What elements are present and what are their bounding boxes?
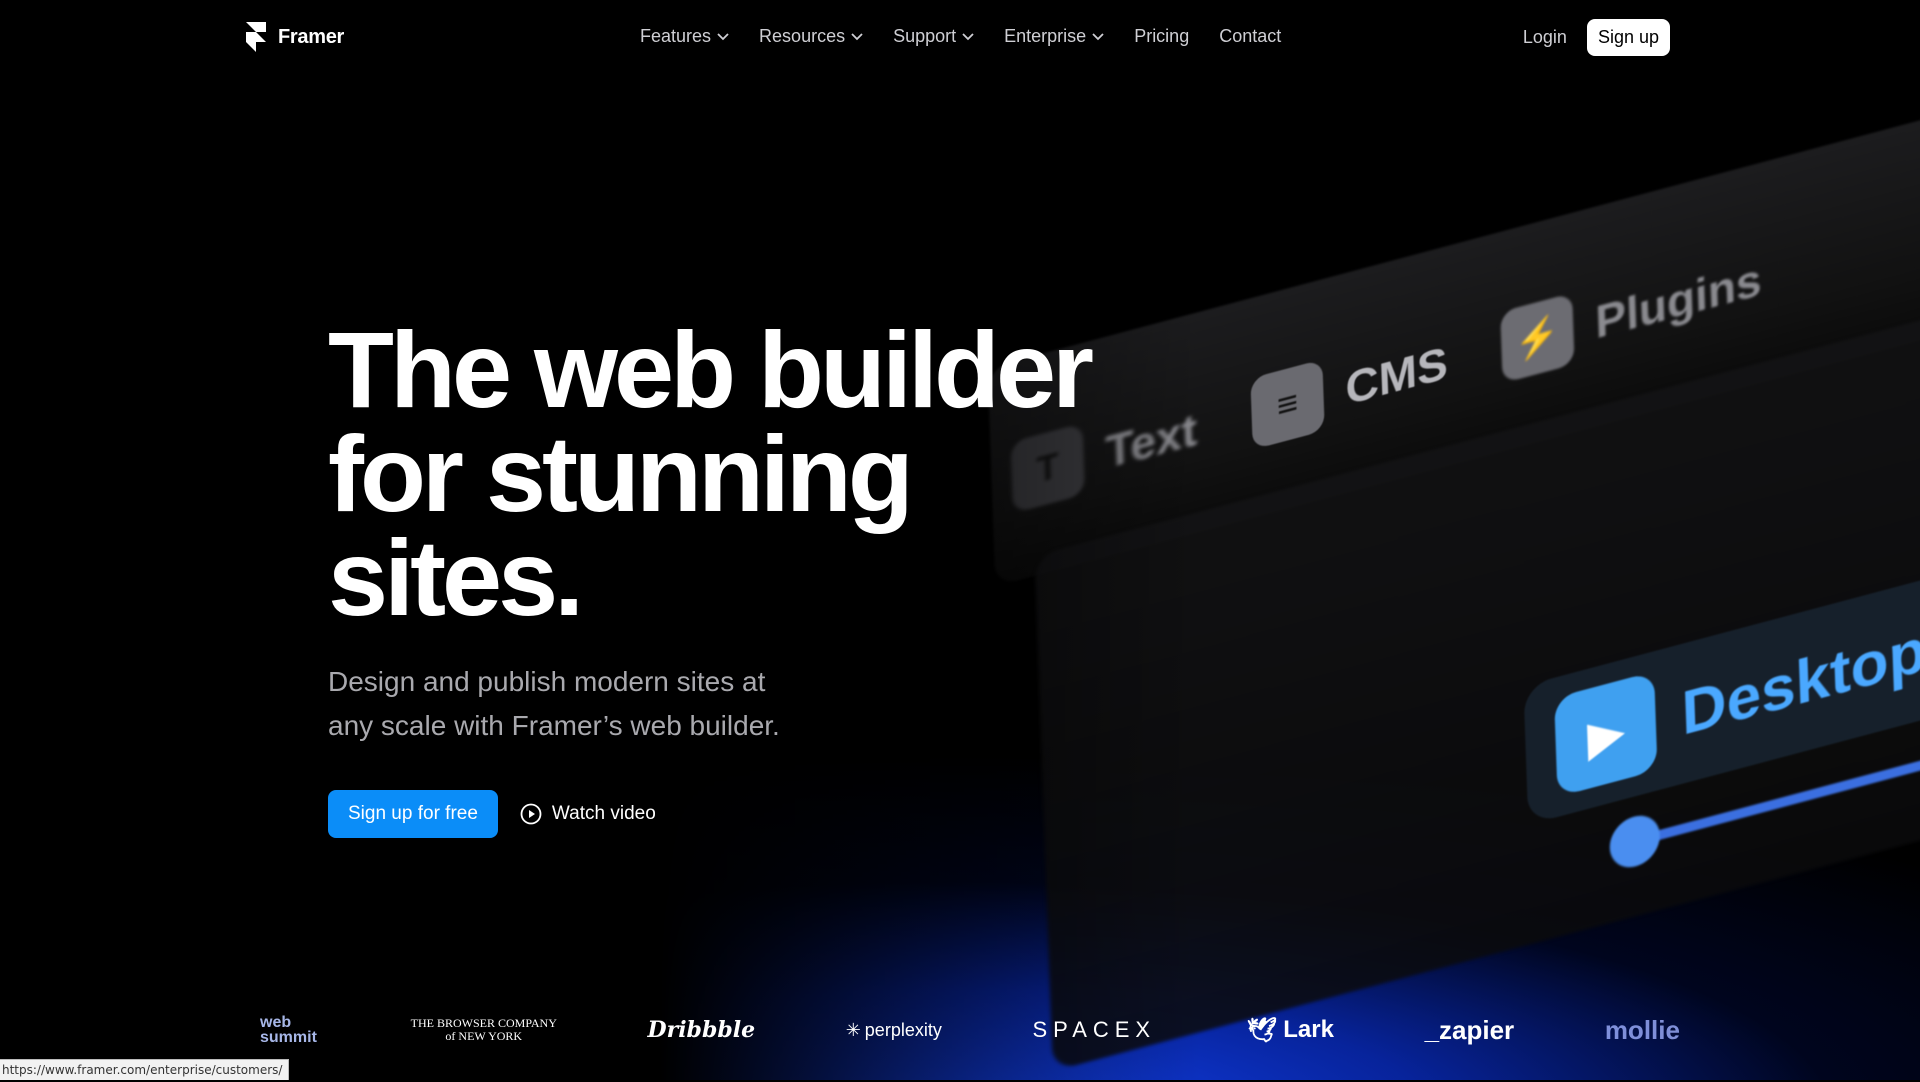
mock-item-cms: ≡ CMS: [1250, 326, 1449, 450]
browser-company-logo: THE BROWSER COMPANY of NEW YORK: [411, 1017, 557, 1043]
hero-title: The web builder for stunning sites.: [328, 316, 1128, 632]
lark-bird-icon: 🕊: [1246, 1016, 1278, 1044]
chevron-down-icon: [1092, 32, 1104, 40]
login-link[interactable]: Login: [1523, 27, 1567, 48]
mock-connector-line: [1629, 705, 1920, 848]
menu-features[interactable]: Features: [640, 26, 729, 47]
watch-video-label: Watch video: [551, 803, 656, 824]
mock-item-plugins-label: Plugins: [1594, 252, 1763, 349]
chevron-down-icon: [962, 32, 974, 40]
browser-status-url: https://www.framer.com/enterprise/custom…: [0, 1059, 290, 1080]
brand-name: Framer: [278, 25, 345, 48]
mock-desktop-label: Desktop: [1680, 614, 1920, 749]
perplexity-mark-icon: ✳: [845, 1019, 861, 1040]
mock-item-cms-label: CMS: [1344, 336, 1449, 415]
menu-pricing-label: Pricing: [1134, 26, 1190, 46]
menu-enterprise-label: Enterprise: [1004, 26, 1087, 46]
browser-company-line-2: of NEW YORK: [445, 1029, 523, 1043]
menu-enterprise[interactable]: Enterprise: [1004, 26, 1104, 47]
mollie-logo: mollie: [1604, 1014, 1680, 1045]
signup-free-button[interactable]: Sign up for free: [328, 790, 498, 838]
websummit-logo-line-1: web: [260, 1014, 292, 1031]
menu-resources[interactable]: Resources: [759, 26, 863, 47]
hero-title-line-1: The web builder: [328, 309, 1094, 430]
top-navigation: Framer Features Resources Support Enterp…: [0, 0, 1920, 74]
mock-connector-dot: [1608, 810, 1661, 873]
menu-support[interactable]: Support: [893, 26, 974, 47]
menu-support-label: Support: [893, 26, 957, 46]
plugins-icon: ⚡: [1500, 292, 1575, 384]
menu-contact[interactable]: Contact: [1219, 26, 1281, 47]
zapier-logo: _zapier: [1424, 1014, 1515, 1045]
auth-actions: Login Sign up: [1523, 19, 1670, 56]
websummit-logo-line-2: summit: [260, 1029, 317, 1046]
hero-cta-row: Sign up for free Watch video: [328, 790, 1128, 838]
hero-subtitle: Design and publish modern sites at any s…: [328, 666, 780, 741]
database-icon: ≡: [1250, 359, 1325, 450]
mock-desktop-badge: ▶ Desktop: [1523, 568, 1920, 825]
play-icon: ▶: [1554, 671, 1658, 797]
chevron-down-icon: [717, 32, 729, 40]
dribbble-logo: Dribbble: [647, 1017, 756, 1043]
mock-canvas-panel: [1034, 290, 1920, 1072]
customer-logos: web summit THE BROWSER COMPANY of NEW YO…: [260, 1010, 1680, 1050]
signup-button[interactable]: Sign up: [1586, 19, 1670, 56]
hero-section: The web builder for stunning sites. Desi…: [328, 316, 1128, 838]
perplexity-wordmark: perplexity: [864, 1019, 942, 1040]
menu-pricing[interactable]: Pricing: [1134, 26, 1189, 47]
spacex-logo: SPACEX: [1032, 1017, 1157, 1042]
framer-logo-icon: [246, 22, 266, 52]
mock-item-plugins: ⚡ Plugins: [1500, 243, 1763, 384]
watch-video-button[interactable]: Watch video: [520, 803, 656, 825]
play-circle-icon: [520, 803, 542, 825]
perplexity-logo: ✳ perplexity: [846, 1020, 942, 1041]
websummit-logo: web summit: [260, 1014, 320, 1046]
menu-resources-label: Resources: [759, 26, 846, 46]
main-menu: Features Resources Support Enterprise Pr…: [640, 26, 1281, 47]
hero-title-line-2: for stunning sites.: [328, 413, 914, 638]
menu-features-label: Features: [640, 26, 712, 46]
menu-contact-label: Contact: [1219, 26, 1282, 46]
lark-logo: 🕊 Lark: [1247, 1016, 1334, 1045]
lark-wordmark: Lark: [1283, 1016, 1334, 1043]
framer-logo-link[interactable]: Framer: [246, 22, 344, 52]
chevron-down-icon: [851, 32, 863, 40]
